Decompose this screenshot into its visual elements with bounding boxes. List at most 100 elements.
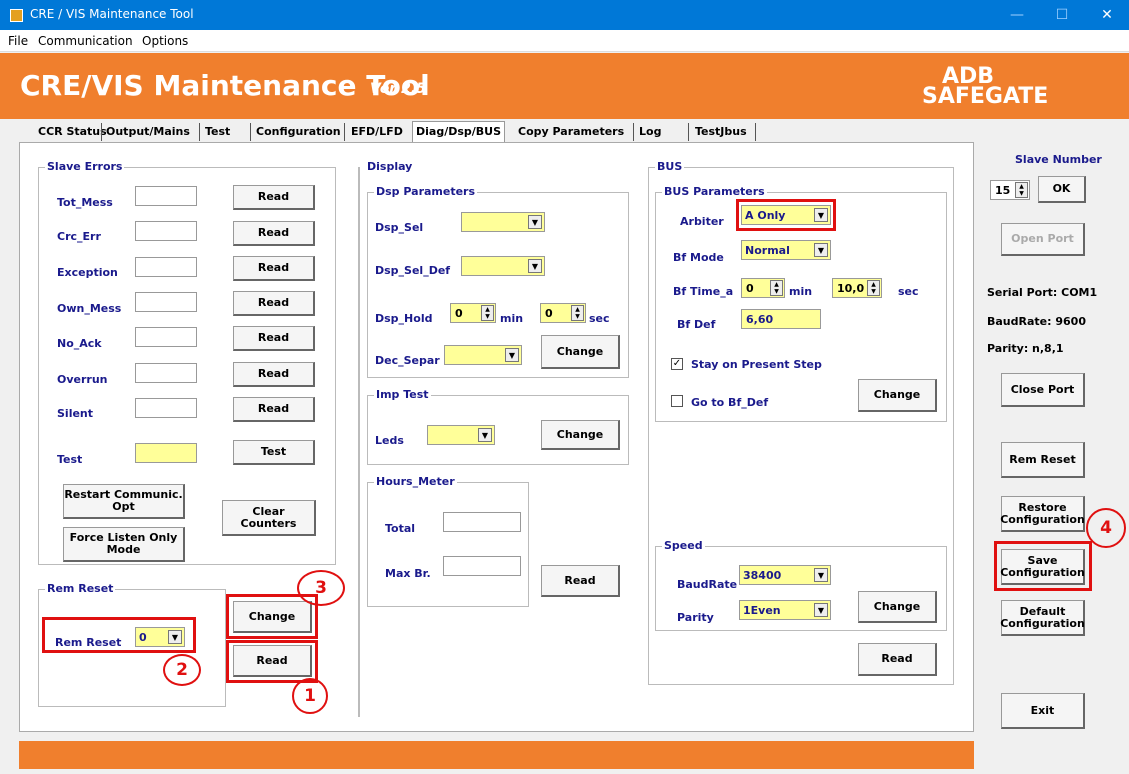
baudrate-label: BaudRate — [677, 578, 738, 591]
goto-bf-def-label: Go to Bf_Def — [691, 396, 769, 409]
serial-port-info: Serial Port: COM1 — [987, 286, 1098, 299]
bf-def-field[interactable]: 6,60 — [741, 309, 821, 329]
baudrate-info: BaudRate: 9600 — [987, 315, 1086, 328]
test-button[interactable]: Test — [233, 440, 315, 465]
close-button[interactable]: ✕ — [1085, 0, 1129, 30]
tab-output-mains[interactable]: Output/Mains — [106, 125, 190, 138]
menu-options[interactable]: Options — [142, 34, 188, 48]
overrun-label: Overrun — [57, 373, 108, 386]
annotation-4-circle: 4 — [1086, 508, 1126, 548]
dsp-hold-min-spinner[interactable]: 0 ▲ ▼ — [450, 303, 496, 323]
menu-communication[interactable]: Communication — [38, 34, 133, 48]
no-ack-read-button[interactable]: Read — [233, 326, 315, 351]
company-logo: ADB SAFEGATE — [922, 64, 1049, 109]
save-configuration-highlight — [994, 541, 1092, 591]
force-listen-only-button[interactable]: Force Listen Only Mode — [63, 527, 185, 562]
exception-field — [135, 257, 197, 277]
restart-communic-button[interactable]: Restart Communic. Opt — [63, 484, 185, 519]
tab-log[interactable]: Log — [639, 125, 661, 138]
menu-file[interactable]: File — [8, 34, 28, 48]
own-mess-read-button[interactable]: Read — [233, 291, 315, 316]
baudrate-select[interactable]: 38400 ▼ — [739, 565, 831, 585]
bus-read-button[interactable]: Read — [858, 643, 937, 676]
dec-separ-select[interactable]: ▼ — [444, 345, 522, 365]
leds-select[interactable]: ▼ — [427, 425, 495, 445]
slave-errors-title: Slave Errors — [45, 160, 125, 173]
imp-test-title: Imp Test — [374, 388, 431, 401]
display-change-button[interactable]: Change — [541, 335, 620, 369]
app-title: CRE/VIS Maintenance Tool — [20, 69, 430, 102]
dsp-sel-def-label: Dsp_Sel_Def — [375, 264, 451, 277]
exception-read-button[interactable]: Read — [233, 256, 315, 281]
slave-ok-button[interactable]: OK — [1038, 176, 1086, 203]
parity-select[interactable]: 1Even ▼ — [739, 600, 831, 620]
speed-title: Speed — [662, 539, 705, 552]
maximize-button[interactable]: ☐ — [1040, 0, 1084, 30]
exit-button[interactable]: Exit — [1001, 693, 1085, 729]
bf-def-label: Bf Def — [677, 318, 716, 331]
test-label: Test — [57, 453, 83, 466]
crc-err-read-button[interactable]: Read — [233, 221, 315, 246]
read-highlight — [226, 640, 318, 683]
arbiter-highlight — [736, 199, 836, 231]
slave-number-label: Slave Number — [1015, 153, 1102, 166]
own-mess-field — [135, 292, 197, 312]
banner: CRE/VIS Maintenance Tool Ver 2.5 ADB SAF… — [0, 53, 1129, 119]
tab-configuration[interactable]: Configuration — [256, 125, 341, 138]
slave-number-spinner[interactable]: 15 ▲ ▼ — [990, 180, 1030, 200]
bf-time-sec-spinner[interactable]: 10,0 ▲ ▼ — [832, 278, 882, 298]
bus-change-button[interactable]: Change — [858, 379, 937, 412]
hours-read-button[interactable]: Read — [541, 565, 620, 597]
stay-checkbox[interactable]: ✓ — [671, 358, 683, 370]
bf-mode-select[interactable]: Normal ▼ — [741, 240, 831, 260]
tab-test[interactable]: Test — [205, 125, 230, 138]
open-port-button[interactable]: Open Port — [1001, 223, 1085, 256]
close-port-button[interactable]: Close Port — [1001, 373, 1085, 407]
tab-ccr-status[interactable]: CCR Status — [38, 125, 107, 138]
bf-time-min-spinner[interactable]: 0 ▲ ▼ — [741, 278, 785, 298]
tot-mess-read-button[interactable]: Read — [233, 185, 315, 210]
version: Ver 2.5 — [370, 81, 426, 97]
stay-label: Stay on Present Step — [691, 358, 822, 371]
exception-label: Exception — [57, 266, 118, 279]
clear-counters-button[interactable]: Clear Counters — [222, 500, 316, 536]
minimize-button[interactable]: — — [995, 0, 1039, 30]
dsp-parameters-title: Dsp Parameters — [374, 185, 478, 198]
bus-title: BUS — [655, 160, 685, 173]
total-field — [443, 512, 521, 532]
goto-bf-def-checkbox[interactable] — [671, 395, 683, 407]
silent-label: Silent — [57, 407, 94, 420]
default-configuration-button[interactable]: Default Configuration — [1000, 600, 1085, 636]
dsp-hold-label: Dsp_Hold — [375, 312, 433, 325]
total-label: Total — [385, 522, 416, 535]
dsp-hold-sec-unit: sec — [589, 312, 610, 325]
menu-bar: File Communication Options — [0, 30, 1129, 52]
dec-separ-label: Dec_Separ — [375, 354, 440, 367]
bf-time-sec-unit: sec — [898, 285, 919, 298]
bf-time-min-unit: min — [789, 285, 813, 298]
no-ack-field — [135, 327, 197, 347]
crc-err-label: Crc_Err — [57, 230, 101, 243]
dsp-sel-select[interactable]: ▼ — [461, 212, 545, 232]
bf-mode-label: Bf Mode — [673, 251, 724, 264]
annotation-3-circle: 3 — [297, 570, 345, 606]
tab-copy-parameters[interactable]: Copy Parameters — [518, 125, 624, 138]
dsp-hold-sec-spinner[interactable]: 0 ▲ ▼ — [540, 303, 586, 323]
silent-field — [135, 398, 197, 418]
silent-read-button[interactable]: Read — [233, 397, 315, 422]
tab-efd-lfd[interactable]: EFD/LFD — [351, 125, 403, 138]
parity-label: Parity — [677, 611, 714, 624]
rem-reset-highlight — [42, 617, 196, 653]
speed-change-button[interactable]: Change — [858, 591, 937, 623]
overrun-field — [135, 363, 197, 383]
dsp-sel-def-select[interactable]: ▼ — [461, 256, 545, 276]
tab-diag-dsp-bus[interactable]: Diag/Dsp/BUS — [412, 121, 506, 144]
restore-configuration-button[interactable]: Restore Configuration — [1000, 496, 1085, 532]
hours-meter-title: Hours_Meter — [374, 475, 457, 488]
tab-testjbus[interactable]: TestJbus — [695, 125, 747, 138]
imp-test-change-button[interactable]: Change — [541, 420, 620, 450]
parity-info: Parity: n,8,1 — [987, 342, 1064, 355]
overrun-read-button[interactable]: Read — [233, 362, 315, 387]
annotation-1-circle: 1 — [292, 678, 328, 714]
right-rem-reset-button[interactable]: Rem Reset — [1001, 442, 1085, 478]
